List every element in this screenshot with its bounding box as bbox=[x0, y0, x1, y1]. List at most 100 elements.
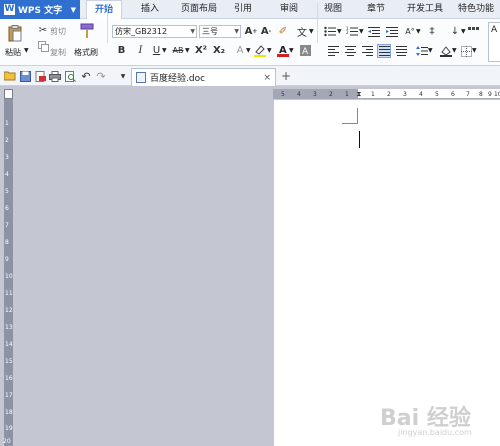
subscript-button[interactable]: X₂ bbox=[212, 44, 226, 57]
sort-icon[interactable]: ↓ bbox=[449, 25, 461, 37]
app-menu-button[interactable]: W WPS 文字 ▼ bbox=[0, 0, 80, 19]
clear-format-icon[interactable]: ✐ bbox=[277, 25, 289, 38]
chevron-down-icon[interactable]: ▼ bbox=[309, 28, 314, 35]
tab-developer[interactable]: 开发工具 bbox=[404, 0, 446, 19]
phonetic-guide-icon[interactable]: 文 bbox=[295, 25, 309, 39]
tab-chapter[interactable]: 章节 bbox=[361, 0, 391, 19]
chevron-down-icon[interactable]: ▼ bbox=[416, 28, 421, 35]
format-painter-icon[interactable] bbox=[79, 23, 95, 39]
copy-icon[interactable] bbox=[37, 40, 49, 52]
superscript-button[interactable]: X² bbox=[194, 44, 208, 57]
paste-icon[interactable] bbox=[7, 24, 23, 42]
document-tab-title: 百度经验.doc bbox=[150, 74, 206, 84]
format-painter-label[interactable]: 格式刷 bbox=[74, 47, 98, 58]
tab-features[interactable]: 特色功能 bbox=[454, 0, 498, 19]
hruler-number: 8 bbox=[479, 91, 483, 98]
chevron-down-icon[interactable]: ▼ bbox=[162, 47, 167, 54]
new-tab-button[interactable]: + bbox=[281, 69, 291, 83]
strikethrough-button[interactable]: AB bbox=[171, 44, 185, 57]
print-preview-icon[interactable] bbox=[64, 70, 76, 82]
chevron-down-icon[interactable]: ▼ bbox=[234, 26, 239, 37]
undo-icon[interactable]: ↶ bbox=[80, 70, 92, 83]
tab-view[interactable]: 视图 bbox=[318, 0, 348, 19]
align-center-icon[interactable] bbox=[344, 45, 356, 57]
char-shading-icon[interactable]: A bbox=[299, 44, 311, 57]
customize-toolbar-icon[interactable]: ▼ bbox=[118, 70, 128, 82]
app-name: WPS 文字 bbox=[18, 6, 63, 16]
bullet-list-icon[interactable] bbox=[324, 25, 336, 37]
chevron-down-icon[interactable]: ▼ bbox=[185, 47, 190, 54]
paste-label[interactable]: 粘贴 bbox=[5, 47, 21, 58]
bold-button[interactable]: B bbox=[116, 44, 127, 57]
chevron-down-icon[interactable]: ▼ bbox=[472, 47, 477, 54]
underline-button[interactable]: U bbox=[151, 44, 162, 57]
indent-marker-icon[interactable]: ⧗ bbox=[355, 88, 363, 100]
chevron-down-icon[interactable]: ▼ bbox=[289, 47, 294, 54]
hruler-number: 4 bbox=[297, 91, 301, 98]
shading-icon[interactable] bbox=[440, 45, 452, 57]
vruler-number: 12 bbox=[5, 307, 13, 314]
line-spacing-icon[interactable] bbox=[416, 45, 428, 57]
borders-icon[interactable] bbox=[460, 45, 472, 57]
vruler-number: 4 bbox=[5, 171, 9, 178]
decrease-indent-icon[interactable] bbox=[368, 25, 380, 37]
font-size-combo[interactable]: 三号 ▼ bbox=[199, 25, 241, 38]
close-icon[interactable]: × bbox=[263, 73, 271, 83]
tab-review[interactable]: 审阅 bbox=[274, 0, 304, 19]
tab-insert[interactable]: 插入 bbox=[133, 0, 167, 19]
open-folder-icon[interactable] bbox=[4, 70, 16, 82]
hruler-number: 3 bbox=[403, 91, 407, 98]
chevron-down-icon[interactable]: ▼ bbox=[246, 47, 251, 54]
increase-indent-icon[interactable] bbox=[386, 25, 398, 37]
text-effect-icon[interactable]: A bbox=[234, 44, 246, 57]
show-marks-icon[interactable] bbox=[468, 25, 480, 37]
vruler-number: 2 bbox=[5, 137, 9, 144]
vruler-number: 15 bbox=[5, 358, 13, 365]
chevron-down-icon[interactable]: ▼ bbox=[461, 28, 466, 35]
font-color-icon[interactable]: A bbox=[277, 43, 289, 57]
chevron-down-icon[interactable]: ▼ bbox=[428, 47, 433, 54]
chevron-down-icon[interactable]: ▼ bbox=[359, 28, 364, 35]
chevron-down-icon[interactable]: ▼ bbox=[190, 26, 195, 37]
styles-gallery[interactable]: A bbox=[488, 22, 500, 62]
print-icon[interactable] bbox=[49, 70, 61, 82]
chevron-down-icon[interactable]: ▼ bbox=[24, 47, 29, 54]
vruler-number: 9 bbox=[5, 256, 9, 263]
hruler-number: 1 bbox=[371, 91, 375, 98]
watermark-url: jingyan.baidu.com bbox=[398, 428, 472, 437]
tab-references[interactable]: 引用 bbox=[228, 0, 258, 19]
group-separator bbox=[317, 3, 318, 43]
grow-font-icon[interactable]: A + bbox=[245, 25, 258, 38]
change-case-icon[interactable]: A° bbox=[404, 25, 416, 37]
style-preview-icon: A bbox=[491, 25, 498, 35]
document-page[interactable] bbox=[274, 100, 500, 446]
cut-icon[interactable]: ✂ bbox=[37, 24, 49, 36]
save-icon[interactable] bbox=[19, 70, 31, 82]
font-size-value: 三号 bbox=[202, 27, 218, 36]
numbered-list-icon[interactable]: 12 bbox=[346, 25, 358, 37]
chevron-down-icon[interactable]: ▼ bbox=[337, 28, 342, 35]
shrink-font-icon[interactable]: A- bbox=[260, 25, 272, 38]
chevron-down-icon[interactable]: ▼ bbox=[452, 47, 457, 54]
export-pdf-icon[interactable] bbox=[34, 70, 46, 82]
document-tab[interactable]: 百度经验.doc × bbox=[131, 68, 276, 86]
font-name-combo[interactable]: 仿宋_GB2312 ▼ bbox=[112, 25, 197, 38]
cut-label[interactable]: 剪切 bbox=[50, 26, 66, 37]
align-left-icon[interactable] bbox=[327, 45, 339, 57]
vruler-number: 5 bbox=[5, 188, 9, 195]
redo-icon[interactable]: ↷ bbox=[95, 70, 107, 83]
copy-label[interactable]: 复制 bbox=[50, 47, 66, 58]
italic-button[interactable]: I bbox=[135, 44, 146, 57]
chinese-layout-icon[interactable]: ‡ bbox=[426, 25, 438, 37]
hruler-number: 2 bbox=[387, 91, 391, 98]
vruler-number: 8 bbox=[5, 239, 9, 246]
tab-page-layout[interactable]: 页面布局 bbox=[174, 0, 224, 19]
distribute-icon[interactable] bbox=[395, 45, 407, 57]
tab-home[interactable]: 开始 bbox=[86, 0, 122, 20]
align-right-icon[interactable] bbox=[361, 45, 373, 57]
vruler-number: 19 bbox=[5, 425, 13, 432]
justify-icon[interactable] bbox=[377, 44, 391, 58]
chevron-down-icon[interactable]: ▼ bbox=[267, 47, 272, 54]
ruler-corner-button[interactable] bbox=[4, 89, 13, 99]
highlight-icon[interactable] bbox=[254, 44, 266, 57]
